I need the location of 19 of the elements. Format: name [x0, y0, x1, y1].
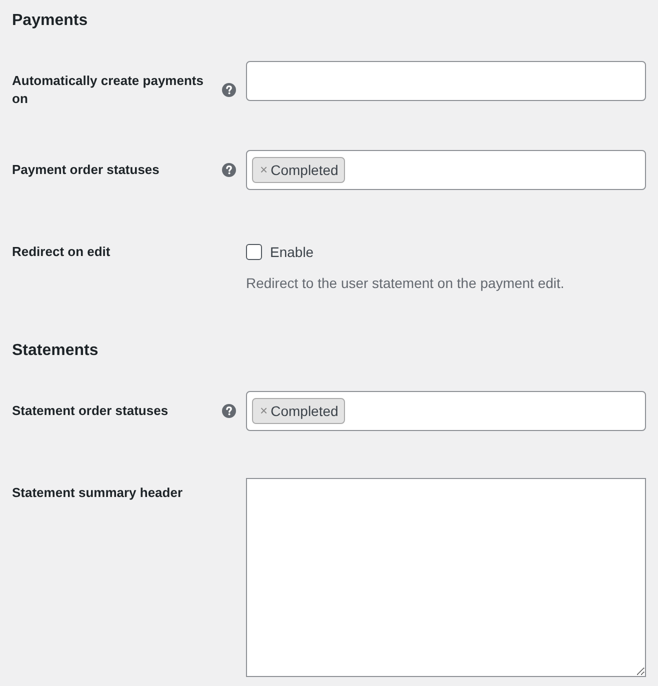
field-label: Payment order statuses — [12, 161, 160, 179]
field-label: Redirect on edit — [12, 243, 112, 261]
help-icon[interactable] — [222, 163, 236, 177]
checkbox-label[interactable]: Enable — [270, 243, 314, 261]
section-heading: Statements — [12, 341, 98, 361]
field-description: Redirect to the user statement on the payment edit. — [246, 274, 564, 293]
field-label: Statement order statuses — [12, 402, 170, 420]
field-label: Automatically create payments on — [12, 72, 204, 108]
input-field[interactable] — [246, 61, 646, 101]
field-label: Statement summary header — [12, 484, 184, 502]
checkbox[interactable] — [246, 244, 262, 260]
help-icon[interactable] — [222, 83, 236, 97]
tag-label: Completed — [270, 403, 338, 419]
tag-label: Completed — [270, 162, 338, 178]
tags-field[interactable]: × Completed — [246, 391, 646, 431]
textarea-field[interactable] — [246, 478, 646, 677]
section-heading: Payments — [12, 11, 88, 31]
tags-field[interactable]: × Completed — [246, 150, 646, 190]
help-icon[interactable] — [222, 404, 236, 418]
